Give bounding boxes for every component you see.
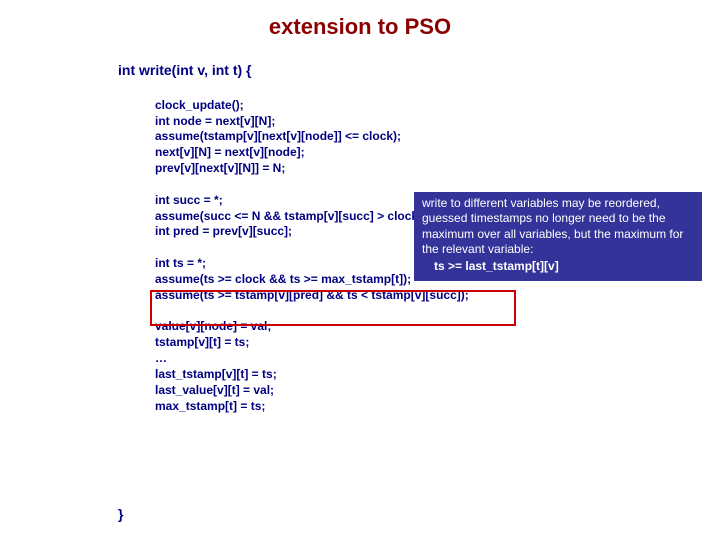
code-block-1: clock_update(); int node = next[v][N]; a… <box>155 98 401 175</box>
close-brace: } <box>118 506 123 522</box>
code-block-4: value[v][node] = val; tstamp[v][t] = ts;… <box>155 319 277 412</box>
highlight-box <box>150 290 516 326</box>
code-block-2: int succ = *; assume(succ <= N && tstamp… <box>155 193 426 239</box>
slide-title: extension to PSO <box>0 0 720 40</box>
callout-box: write to different variables may be reor… <box>414 192 702 281</box>
callout-constraint: ts >= last_tstamp[t][v] <box>434 259 694 274</box>
function-signature: int write(int v, int t) { <box>118 62 252 78</box>
callout-text: write to different variables may be reor… <box>422 196 694 257</box>
